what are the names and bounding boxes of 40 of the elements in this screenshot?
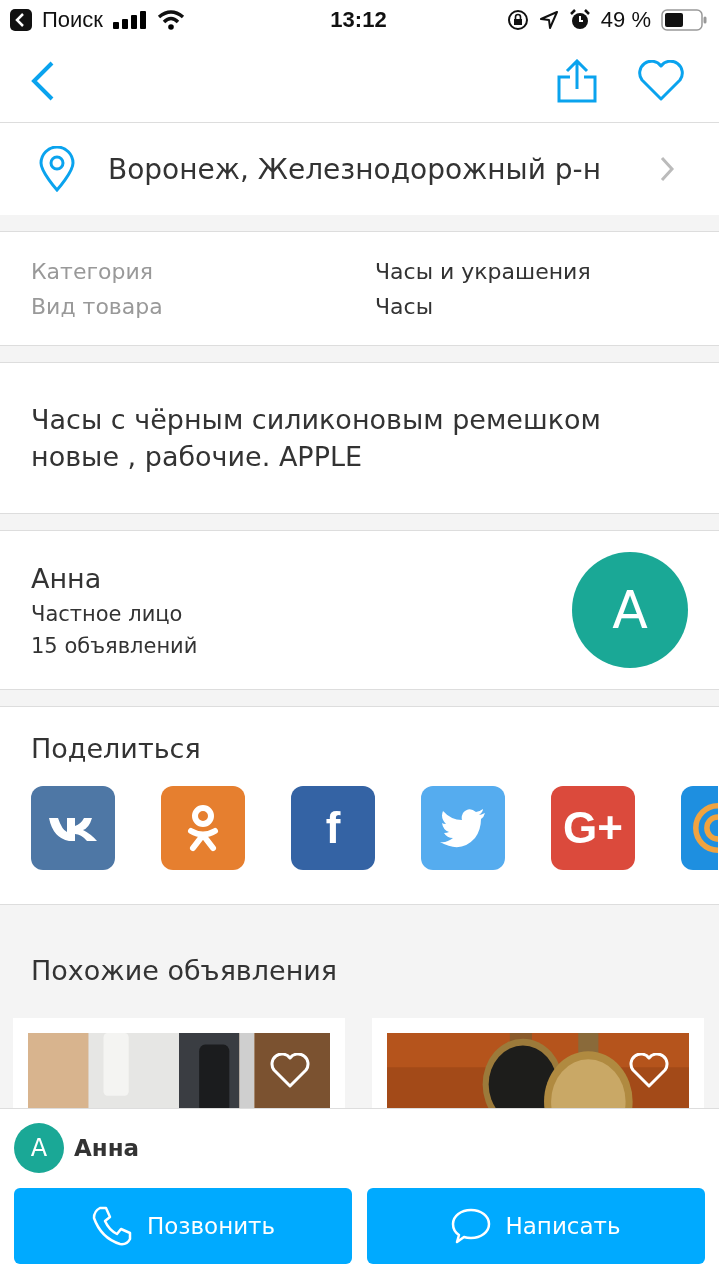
battery-percent: 49 %: [600, 7, 651, 33]
rotation-lock-icon: [506, 9, 529, 31]
clock: 13:12: [330, 7, 387, 33]
back-label[interactable]: Поиск: [42, 7, 103, 33]
back-icon[interactable]: [10, 9, 32, 31]
location-arrow-icon: [538, 10, 559, 30]
location-pin-icon: [38, 146, 76, 192]
ads-count[interactable]: 15 объявлений: [31, 633, 198, 658]
battery-icon: [661, 9, 707, 31]
detail-label: Категория: [31, 258, 154, 284]
location-text: Воронеж, Железнодорожный р-н: [108, 152, 602, 186]
twitter-share-button[interactable]: [421, 786, 505, 870]
person-symbol-icon: [186, 804, 220, 852]
share-glyph: G+: [563, 803, 623, 853]
ok-share-button[interactable]: [161, 786, 245, 870]
phone-icon: [90, 1205, 133, 1247]
seller-type: Частное лицо: [31, 601, 184, 626]
wifi-icon: [156, 10, 185, 30]
gplus-share-button[interactable]: G+: [551, 786, 635, 870]
alarm-icon: [568, 9, 591, 31]
listing-card[interactable]: [372, 1018, 704, 1108]
seller-name[interactable]: Анна: [31, 562, 198, 594]
chevron-right-icon: [659, 155, 675, 183]
location-row[interactable]: Воронеж, Железнодорожный р-н: [0, 123, 719, 215]
share-glyph: f: [325, 803, 341, 853]
vk-share-button[interactable]: [31, 786, 115, 870]
detail-value: Часы: [375, 293, 434, 319]
facebook-share-button[interactable]: f: [291, 786, 375, 870]
share-icon[interactable]: [557, 59, 597, 103]
seller-name[interactable]: Анна: [74, 1135, 140, 1161]
detail-label: Вид товара: [31, 293, 164, 319]
similar-title: Похожие объявления: [30, 955, 339, 986]
listing-card[interactable]: [13, 1018, 345, 1108]
heart-icon[interactable]: [637, 60, 685, 102]
bird-icon: [439, 808, 487, 848]
speech-bubble-icon: [451, 1207, 492, 1245]
signal-icon: [112, 11, 147, 29]
detail-value: Часы и украшения: [375, 258, 591, 284]
share-title: Поделиться: [31, 733, 202, 764]
description-text: Часы с чёрным силиконовым ремешком новые , рабочие. APPLE: [31, 403, 602, 474]
